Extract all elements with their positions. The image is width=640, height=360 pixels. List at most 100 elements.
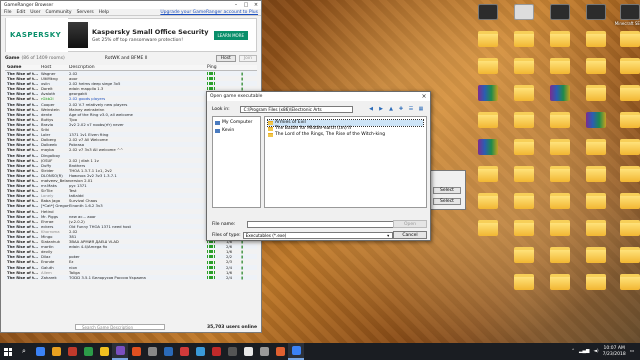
place-my-computer[interactable]: My Computer: [215, 120, 258, 125]
desktop-icon[interactable]: [506, 166, 542, 183]
menu-edit[interactable]: Edit: [17, 10, 26, 15]
desktop-icon[interactable]: [612, 112, 640, 129]
desktop-icon[interactable]: [578, 139, 614, 156]
maximize-icon[interactable]: □: [241, 2, 251, 8]
desktop-icon[interactable]: [506, 112, 542, 129]
desktop-icon[interactable]: [578, 193, 614, 210]
desktop-icon[interactable]: [542, 85, 578, 102]
select-button-1[interactable]: Select: [433, 187, 461, 194]
desktop-icon[interactable]: [506, 4, 542, 21]
taskbar-app[interactable]: [288, 343, 304, 360]
taskbar-app[interactable]: [48, 343, 64, 360]
desktop-icon[interactable]: [542, 247, 578, 264]
desktop-icon[interactable]: Minecraft SERV: [612, 4, 640, 26]
desktop-icon[interactable]: [506, 31, 542, 48]
desktop-icon[interactable]: [578, 31, 614, 48]
minimize-icon[interactable]: –: [231, 2, 241, 8]
desktop-icon[interactable]: [542, 193, 578, 210]
desktop-icon[interactable]: [470, 112, 506, 129]
open-button[interactable]: Open: [393, 220, 427, 228]
taskbar-app[interactable]: [272, 343, 288, 360]
chevron-up-icon[interactable]: ⌃: [571, 349, 575, 354]
desktop-icon[interactable]: [578, 58, 614, 75]
col-description[interactable]: Description: [69, 65, 207, 70]
desktop-icon[interactable]: [470, 166, 506, 183]
desktop-icon[interactable]: [578, 4, 614, 21]
back-icon[interactable]: ◀: [367, 106, 375, 113]
taskbar-app[interactable]: [32, 343, 48, 360]
col-ping[interactable]: Ping: [207, 65, 223, 70]
desktop-icon[interactable]: [612, 274, 640, 291]
menu-servers[interactable]: Servers: [77, 10, 94, 15]
desktop-icon[interactable]: [470, 4, 506, 21]
taskbar-app[interactable]: [176, 343, 192, 360]
col-players[interactable]: [223, 65, 235, 70]
desktop-icon[interactable]: [542, 58, 578, 75]
desktop-icon[interactable]: [542, 139, 578, 156]
desktop-icon[interactable]: [542, 31, 578, 48]
taskbar-app[interactable]: [192, 343, 208, 360]
desktop-icon[interactable]: [578, 85, 614, 102]
taskbar-app[interactable]: [240, 343, 256, 360]
clock[interactable]: 10:07 AM 7/23/2018: [603, 346, 626, 358]
desktop-icon[interactable]: [470, 31, 506, 48]
select-button-2[interactable]: Select: [433, 198, 461, 205]
menu-community[interactable]: Community: [46, 10, 72, 15]
taskbar-app[interactable]: [112, 343, 128, 360]
desktop-icon[interactable]: [542, 166, 578, 183]
file-type-select[interactable]: Executables (*.exe) ▾: [242, 232, 393, 239]
desktop-icon[interactable]: [578, 247, 614, 264]
desktop-icon[interactable]: [506, 220, 542, 237]
desktop-icon[interactable]: [542, 274, 578, 291]
file-item[interactable]: The Lord of the Rings, The Rise of the W…: [268, 132, 423, 138]
new-folder-icon[interactable]: ✚: [397, 106, 405, 113]
desktop-icon[interactable]: [612, 166, 640, 183]
col-lock[interactable]: [235, 65, 249, 70]
desktop-icon[interactable]: [612, 31, 640, 48]
host-button[interactable]: Host: [215, 54, 236, 62]
desktop-icon[interactable]: [578, 166, 614, 183]
desktop-icon[interactable]: [506, 58, 542, 75]
desktop-icon[interactable]: [612, 58, 640, 75]
close-icon[interactable]: ×: [418, 93, 430, 100]
cancel-button[interactable]: Cancel: [393, 231, 427, 239]
place-kevin[interactable]: Kevin: [215, 128, 258, 133]
taskbar-app[interactable]: [80, 343, 96, 360]
game-filter[interactable]: RotWK and BFME II: [105, 56, 148, 61]
desktop-icon[interactable]: [612, 139, 640, 156]
desktop-icon[interactable]: [470, 58, 506, 75]
desktop-icon[interactable]: [612, 247, 640, 264]
look-in-select[interactable]: C:\Program Files (x86)\Electronic Arts: [239, 106, 353, 113]
search-input[interactable]: Search Game Description: [75, 324, 165, 330]
ad-banner[interactable]: KASPERSKY Kaspersky Small Office Securit…: [5, 18, 257, 52]
desktop-icon[interactable]: [506, 139, 542, 156]
taskbar-app[interactable]: [96, 343, 112, 360]
detail-view-icon[interactable]: ▦: [417, 106, 425, 113]
notifications-icon[interactable]: ▭: [630, 349, 634, 354]
desktop-icon[interactable]: [612, 220, 640, 237]
search-icon[interactable]: ⌕: [16, 343, 32, 360]
col-game[interactable]: Game: [5, 65, 41, 70]
menu-file[interactable]: File: [4, 10, 12, 15]
menu-user[interactable]: User: [30, 10, 40, 15]
desktop-icon[interactable]: [470, 220, 506, 237]
desktop-icon[interactable]: [578, 220, 614, 237]
desktop-icon[interactable]: [612, 85, 640, 102]
desktop-icon[interactable]: [470, 193, 506, 210]
desktop-icon[interactable]: [506, 247, 542, 264]
col-host[interactable]: Host: [41, 65, 69, 70]
desktop-icon[interactable]: [542, 112, 578, 129]
upgrade-link[interactable]: Upgrade your GameRanger account to Plus: [160, 10, 258, 15]
taskbar-app[interactable]: [160, 343, 176, 360]
taskbar-app[interactable]: [64, 343, 80, 360]
join-button[interactable]: Join: [238, 54, 257, 62]
menu-help[interactable]: Help: [99, 10, 109, 15]
desktop-icon[interactable]: [542, 4, 578, 21]
desktop-icon[interactable]: [506, 85, 542, 102]
desktop-icon[interactable]: [506, 193, 542, 210]
desktop-icon[interactable]: [612, 193, 640, 210]
taskbar-app[interactable]: [224, 343, 240, 360]
start-button[interactable]: [0, 343, 16, 360]
taskbar-app[interactable]: [128, 343, 144, 360]
desktop-icon[interactable]: [506, 274, 542, 291]
